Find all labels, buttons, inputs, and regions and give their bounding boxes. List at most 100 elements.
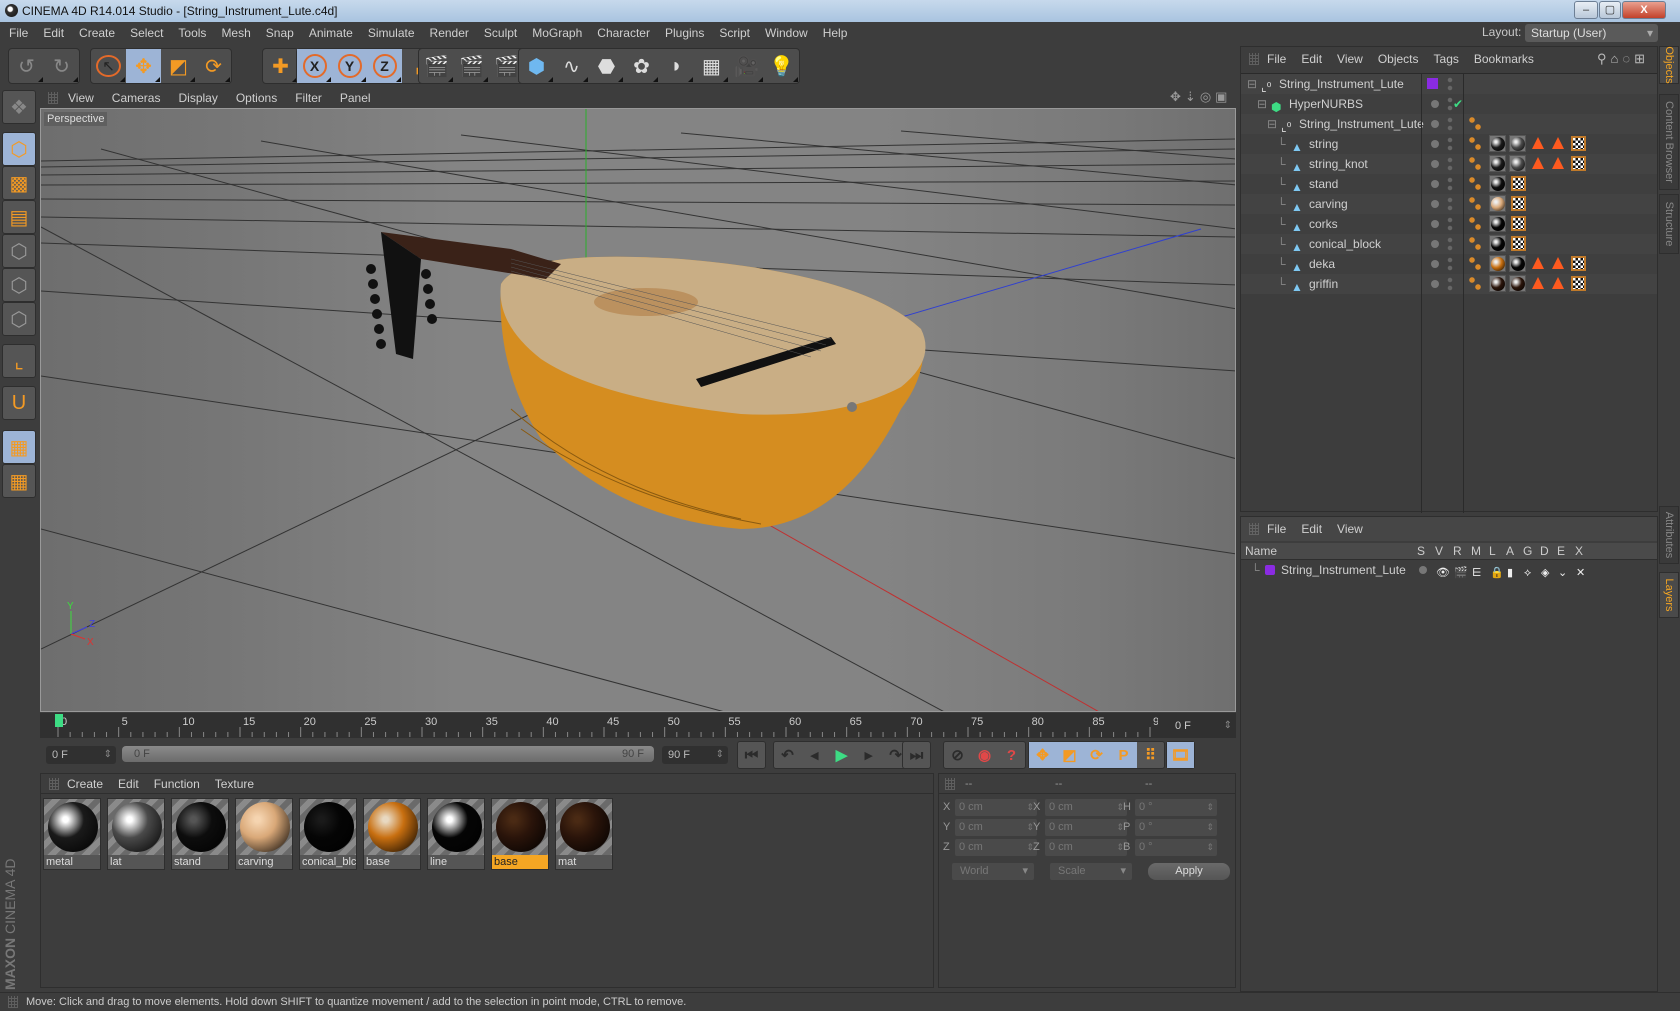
material-tag-icon[interactable] bbox=[1489, 155, 1506, 172]
timeline-ruler[interactable]: 051015202530354045505560657075808590 bbox=[40, 713, 1236, 738]
uvw-tag-icon[interactable] bbox=[1571, 136, 1586, 151]
coord-position-x-field[interactable]: 0 cm bbox=[955, 799, 1037, 816]
layer-manager-icon[interactable]: ⋿ bbox=[1472, 564, 1482, 582]
menu-plugins[interactable]: Plugins bbox=[665, 26, 704, 40]
editor-visibility-dot[interactable] bbox=[1431, 240, 1439, 248]
go-to-end-button[interactable]: ⏭ bbox=[903, 742, 930, 768]
side-tab-attributes[interactable]: Attributes bbox=[1659, 506, 1679, 564]
keyframe-selection-button[interactable]: ? bbox=[998, 742, 1025, 768]
rotate-view-icon[interactable]: ◎ bbox=[1200, 89, 1215, 104]
layer-color-swatch[interactable] bbox=[1265, 565, 1275, 575]
uvw-tag-icon[interactable] bbox=[1511, 236, 1526, 251]
z-axis-button[interactable]: Z bbox=[367, 49, 402, 83]
object-name[interactable]: String_Instrument_Lute bbox=[1299, 114, 1424, 134]
current-frame-field[interactable]: 0 F bbox=[1170, 717, 1236, 735]
render-visibility-dots[interactable] bbox=[1447, 217, 1453, 231]
uvw-tag-icon[interactable] bbox=[1571, 256, 1586, 271]
undo-button[interactable]: ↺ bbox=[9, 49, 44, 83]
editor-visibility-dot[interactable] bbox=[1431, 140, 1439, 148]
object-row[interactable]: ⊟ ⬢ HyperNURBS ✔ bbox=[1241, 94, 1657, 114]
coord-position-y-field[interactable]: 0 cm bbox=[955, 819, 1037, 836]
planar-workplane-button[interactable]: ▦ bbox=[2, 464, 36, 498]
viewport-menu-filter[interactable]: Filter bbox=[295, 91, 322, 105]
menu-mograph[interactable]: MoGraph bbox=[532, 26, 582, 40]
coordinate-mode-dropdown[interactable]: World bbox=[952, 863, 1034, 880]
menu-window[interactable]: Window bbox=[765, 26, 808, 40]
layer-color-tag[interactable] bbox=[1427, 78, 1438, 89]
x-axis-button[interactable]: X bbox=[297, 49, 332, 83]
editor-visibility-dot[interactable] bbox=[1431, 220, 1439, 228]
points-mode-button[interactable]: ⬡ bbox=[2, 234, 36, 268]
search-icon[interactable]: ⚲ bbox=[1597, 51, 1611, 66]
layer-column-g[interactable]: G bbox=[1523, 543, 1532, 560]
coord-size-z-field[interactable]: 0 cm bbox=[1045, 839, 1127, 856]
zoom-view-icon[interactable]: ⇣ bbox=[1185, 89, 1200, 104]
layer-menu-edit[interactable]: Edit bbox=[1301, 522, 1322, 536]
object-menu-tags[interactable]: Tags bbox=[1434, 52, 1459, 66]
viewport-menu-view[interactable]: View bbox=[68, 91, 94, 105]
menu-help[interactable]: Help bbox=[823, 26, 848, 40]
panel-grip[interactable] bbox=[48, 92, 58, 104]
material-swatch[interactable]: base bbox=[363, 798, 421, 870]
record-position-button[interactable]: ✥ bbox=[1029, 742, 1056, 768]
close-button[interactable]: X bbox=[1622, 1, 1666, 19]
material-tag-icon[interactable] bbox=[1489, 135, 1506, 152]
material-tag-icon[interactable] bbox=[1489, 275, 1506, 292]
object-row[interactable]: └ ▲ deka bbox=[1241, 254, 1657, 274]
viewport-menu-display[interactable]: Display bbox=[178, 91, 217, 105]
viewport-menu-options[interactable]: Options bbox=[236, 91, 277, 105]
editor-visibility-dot[interactable] bbox=[1431, 280, 1439, 288]
move-view-icon[interactable]: ✥ bbox=[1170, 89, 1185, 104]
spline-button[interactable]: ∿ bbox=[554, 49, 589, 83]
object-row[interactable]: └ ▲ string_knot bbox=[1241, 154, 1657, 174]
render-visibility-dots[interactable] bbox=[1447, 237, 1453, 251]
start-frame-field[interactable]: 0 F bbox=[46, 746, 116, 764]
nurbs-button[interactable]: ⬣ bbox=[589, 49, 624, 83]
layer-row[interactable]: └ String_Instrument_Lute 👁 🎬 ⋿ 🔒 ▮ ⟡ ◈ ⌄… bbox=[1241, 561, 1657, 579]
layer-column-m[interactable]: M bbox=[1471, 543, 1481, 560]
material-tag-icon[interactable] bbox=[1489, 215, 1506, 232]
layer-menu-file[interactable]: File bbox=[1267, 522, 1286, 536]
selection-tag-icon[interactable] bbox=[1552, 277, 1564, 289]
material-tag-icon[interactable] bbox=[1489, 175, 1506, 192]
layer-column-d[interactable]: D bbox=[1540, 543, 1549, 560]
render-picture-viewer-button[interactable]: 🎬 bbox=[454, 49, 489, 83]
object-name[interactable]: carving bbox=[1309, 194, 1348, 214]
phong-tag-icon[interactable] bbox=[1469, 137, 1481, 151]
move-button[interactable]: ✥ bbox=[126, 49, 161, 83]
phong-tag-icon[interactable] bbox=[1469, 217, 1481, 231]
record-pla-button[interactable]: ⠿ bbox=[1137, 742, 1164, 768]
layer-column-l[interactable]: L bbox=[1489, 543, 1496, 560]
render-visibility-dots[interactable] bbox=[1447, 197, 1453, 211]
material-tag-icon[interactable] bbox=[1489, 235, 1506, 252]
object-menu-edit[interactable]: Edit bbox=[1301, 52, 1322, 66]
home-icon[interactable]: ⌂ bbox=[1611, 51, 1623, 66]
menu-file[interactable]: File bbox=[9, 26, 28, 40]
selection-tag-icon[interactable] bbox=[1552, 257, 1564, 269]
material-menu-function[interactable]: Function bbox=[154, 777, 200, 791]
layer-animation-icon[interactable]: ▮ bbox=[1507, 564, 1513, 582]
material-swatch[interactable]: conical_blc bbox=[299, 798, 357, 870]
model-mode-button[interactable]: ⬡ bbox=[2, 132, 36, 166]
menu-create[interactable]: Create bbox=[79, 26, 115, 40]
object-name[interactable]: string bbox=[1309, 134, 1338, 154]
editor-visibility-dot[interactable] bbox=[1431, 260, 1439, 268]
panel-grip[interactable] bbox=[945, 778, 955, 790]
menu-mesh[interactable]: Mesh bbox=[221, 26, 250, 40]
record-active-objects-button[interactable]: ⊘ bbox=[944, 742, 971, 768]
go-to-start-button[interactable]: ⏮ bbox=[738, 742, 765, 768]
menu-sculpt[interactable]: Sculpt bbox=[484, 26, 517, 40]
previous-frame-button[interactable]: ◂ bbox=[801, 742, 828, 768]
y-axis-button[interactable]: Y bbox=[332, 49, 367, 83]
selection-tag-icon[interactable] bbox=[1532, 157, 1544, 169]
editor-visibility-dot[interactable] bbox=[1431, 120, 1439, 128]
transform-type-dropdown[interactable]: Scale bbox=[1050, 863, 1132, 880]
locked-workplane-button[interactable]: ▦ bbox=[2, 430, 36, 464]
object-row[interactable]: └ ▲ string bbox=[1241, 134, 1657, 154]
layer-column-a[interactable]: A bbox=[1506, 543, 1514, 560]
layer-visible-icon[interactable]: 👁 bbox=[1436, 564, 1450, 582]
object-menu-objects[interactable]: Objects bbox=[1378, 52, 1419, 66]
menu-edit[interactable]: Edit bbox=[43, 26, 64, 40]
object-row[interactable]: └ ▲ stand bbox=[1241, 174, 1657, 194]
object-menu-file[interactable]: File bbox=[1267, 52, 1286, 66]
